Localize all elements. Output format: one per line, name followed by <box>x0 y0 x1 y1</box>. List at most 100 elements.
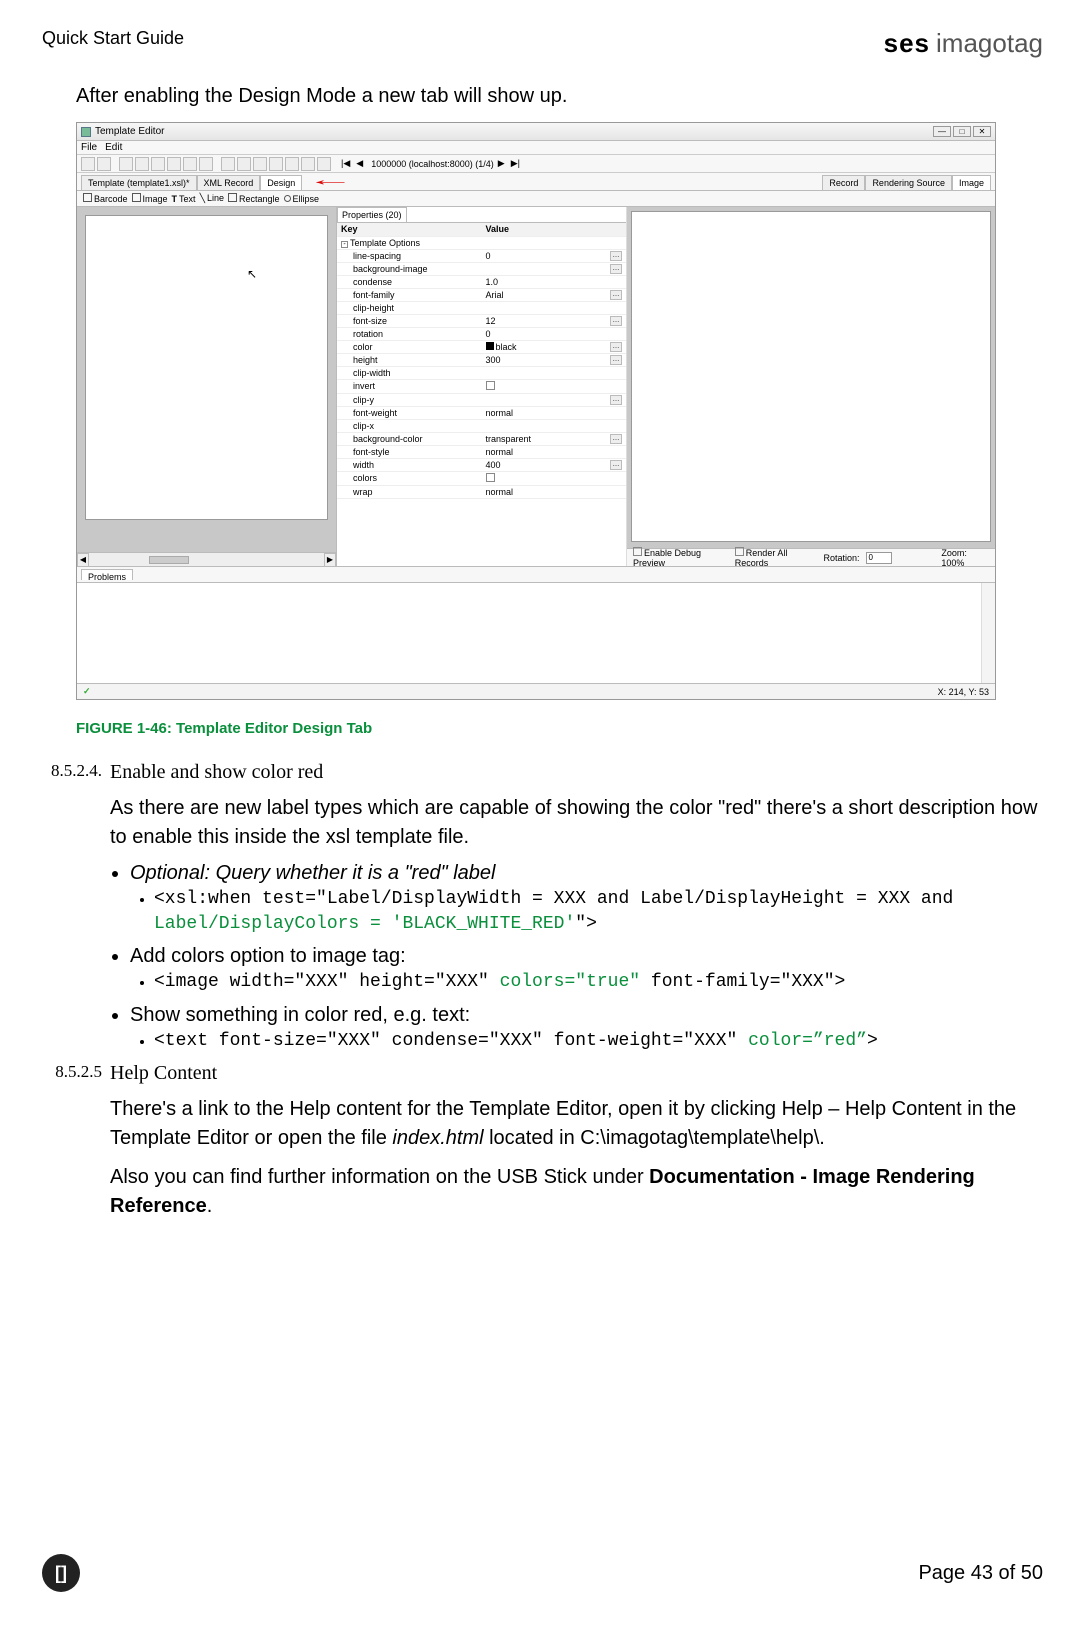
maximize-button[interactable]: □ <box>953 126 971 137</box>
scroll-right-icon[interactable]: ▶ <box>324 553 336 567</box>
dropdown2-icon[interactable] <box>199 157 213 171</box>
property-value[interactable]: transparent… <box>482 432 627 445</box>
tab-image[interactable]: Image <box>952 175 991 190</box>
browse-button[interactable]: … <box>610 395 622 405</box>
property-row[interactable]: clip-width <box>337 366 626 379</box>
tab-record[interactable]: Record <box>822 175 865 190</box>
property-value[interactable] <box>482 471 627 485</box>
palette-line[interactable]: ╲Line <box>200 193 224 204</box>
browse-button[interactable]: … <box>610 251 622 261</box>
property-row[interactable]: line-spacing0… <box>337 249 626 262</box>
close-button[interactable]: ✕ <box>973 126 991 137</box>
property-value[interactable]: 12… <box>482 314 627 327</box>
browse-button[interactable]: … <box>610 460 622 470</box>
menu-edit[interactable]: Edit <box>105 142 122 153</box>
browse-button[interactable]: … <box>610 316 622 326</box>
design-surface[interactable] <box>85 215 328 520</box>
property-value[interactable]: … <box>482 393 627 406</box>
property-row[interactable]: invert <box>337 379 626 393</box>
property-value[interactable]: 0… <box>482 249 627 262</box>
property-value[interactable]: 1.0 <box>482 275 627 288</box>
property-value[interactable]: normal <box>482 406 627 419</box>
tab-rendering-source[interactable]: Rendering Source <box>865 175 952 190</box>
property-value[interactable]: 0 <box>482 327 627 340</box>
zoom-out-icon[interactable] <box>237 157 251 171</box>
browse-button[interactable]: … <box>610 434 622 444</box>
dropdown3-icon[interactable] <box>317 157 331 171</box>
checkbox-icon[interactable] <box>486 381 495 390</box>
nav-last-icon[interactable]: ▶| <box>509 158 522 169</box>
property-row[interactable]: colorblack… <box>337 340 626 353</box>
property-value[interactable]: Arial… <box>482 288 627 301</box>
menu-file[interactable]: File <box>81 142 97 153</box>
new-icon[interactable] <box>81 157 95 171</box>
property-row[interactable]: font-stylenormal <box>337 445 626 458</box>
property-row[interactable]: width400… <box>337 458 626 471</box>
collapse-icon[interactable]: - <box>341 241 348 248</box>
palette-rectangle[interactable]: Rectangle <box>228 193 280 204</box>
tab-xml-record[interactable]: XML Record <box>197 175 261 190</box>
render-all-checkbox[interactable]: Render All Records <box>735 547 818 568</box>
properties-tab[interactable]: Properties (20) <box>337 207 407 222</box>
property-row[interactable]: clip-y… <box>337 393 626 406</box>
browse-button[interactable]: … <box>610 342 622 352</box>
property-value[interactable] <box>482 379 627 393</box>
problems-scrollbar[interactable] <box>981 583 995 683</box>
palette-ellipse[interactable]: Ellipse <box>284 194 320 204</box>
property-row[interactable]: clip-x <box>337 419 626 432</box>
property-row[interactable]: background-colortransparent… <box>337 432 626 445</box>
browse-button[interactable]: … <box>610 290 622 300</box>
palette-text[interactable]: TText <box>172 194 196 204</box>
property-value[interactable] <box>482 301 627 314</box>
zoom-in-icon[interactable] <box>221 157 235 171</box>
property-row[interactable]: colors <box>337 471 626 485</box>
property-row[interactable]: font-size12… <box>337 314 626 327</box>
property-value[interactable]: 300… <box>482 353 627 366</box>
debug-preview-checkbox[interactable]: Enable Debug Preview <box>633 547 729 568</box>
rotation-select[interactable]: 0 <box>866 552 892 564</box>
minimize-button[interactable]: — <box>933 126 951 137</box>
browse-button[interactable]: … <box>610 264 622 274</box>
property-value[interactable] <box>482 366 627 379</box>
checkbox-icon[interactable] <box>486 473 495 482</box>
tab-template[interactable]: Template (template1.xsl)* <box>81 175 197 190</box>
cut-icon[interactable] <box>167 157 181 171</box>
browse-button[interactable]: … <box>610 355 622 365</box>
zoom-fit-icon[interactable] <box>253 157 267 171</box>
property-value[interactable]: … <box>482 262 627 275</box>
print-icon[interactable] <box>183 157 197 171</box>
property-row[interactable]: wrapnormal <box>337 485 626 498</box>
property-row[interactable]: rotation0 <box>337 327 626 340</box>
property-value[interactable]: normal <box>482 445 627 458</box>
property-value[interactable] <box>482 419 627 432</box>
horizontal-scrollbar[interactable]: ◀ ▶ <box>77 552 336 566</box>
save-icon[interactable] <box>119 157 133 171</box>
properties-section[interactable]: -Template Options <box>337 236 626 249</box>
property-value[interactable]: normal <box>482 485 627 498</box>
refresh-icon[interactable] <box>269 157 283 171</box>
tab-design[interactable]: Design <box>260 175 302 190</box>
palette-image[interactable]: Image <box>132 193 168 204</box>
property-value[interactable]: black… <box>482 340 627 353</box>
property-row[interactable]: font-weightnormal <box>337 406 626 419</box>
nav-first-icon[interactable]: |◀ <box>339 158 352 169</box>
nav-next-icon[interactable]: ▶ <box>496 158 507 169</box>
scroll-thumb[interactable] <box>149 556 189 564</box>
problems-tab[interactable]: Problems <box>81 569 133 580</box>
palette-barcode[interactable]: Barcode <box>83 193 128 204</box>
dropdown-icon[interactable] <box>97 157 111 171</box>
property-row[interactable]: height300… <box>337 353 626 366</box>
copy-icon[interactable] <box>135 157 149 171</box>
scroll-left-icon[interactable]: ◀ <box>77 553 89 567</box>
settings-icon[interactable] <box>301 157 315 171</box>
property-value[interactable]: 400… <box>482 458 627 471</box>
property-row[interactable]: font-familyArial… <box>337 288 626 301</box>
property-row[interactable]: condense1.0 <box>337 275 626 288</box>
property-key: font-size <box>337 314 482 327</box>
nav-prev-icon[interactable]: ◀ <box>354 158 365 169</box>
property-row[interactable]: background-image… <box>337 262 626 275</box>
property-key: height <box>337 353 482 366</box>
paste-icon[interactable] <box>151 157 165 171</box>
play-icon[interactable] <box>285 157 299 171</box>
property-row[interactable]: clip-height <box>337 301 626 314</box>
